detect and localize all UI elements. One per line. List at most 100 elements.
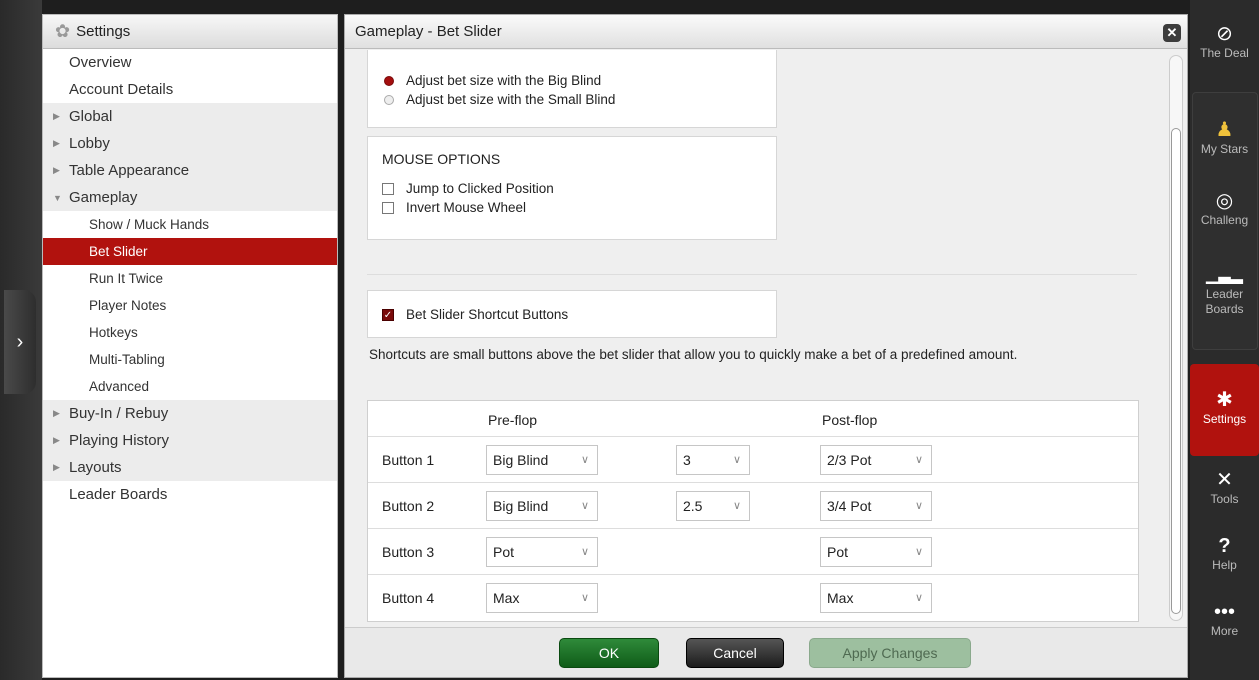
ok-button[interactable]: OK [559,638,659,668]
multiplier-select[interactable]: 3 ∨ [676,445,750,475]
nav-sub-label: Advanced [89,379,150,394]
settings-nav-header: ✿ Settings [43,15,337,49]
scrollbar-thumb[interactable] [1171,128,1181,614]
radio-unselected[interactable] [384,94,394,105]
option-label: Bet Slider Shortcut Buttons [406,307,569,322]
nav-item-lobby[interactable]: ▶ Lobby [43,130,337,157]
expand-triangle-icon: ▶ [53,165,60,175]
panel-footer: OK Cancel Apply Changes [345,627,1187,677]
apply-changes-button[interactable]: Apply Changes [809,638,971,668]
table-row: Button 4 Max ∨ Max ∨ [368,575,1138,621]
select-value: Big Blind [493,452,549,468]
tools-icon: ✕ [1216,469,1233,491]
checkbox[interactable] [382,201,394,214]
expand-triangle-icon: ▶ [53,111,60,121]
chevron-down-icon: ∨ [914,592,923,604]
nav-item-playing-history[interactable]: ▶ Playing History [43,427,337,454]
nav-item-overview[interactable]: Overview [43,49,337,76]
nav-sub-hotkeys[interactable]: Hotkeys [43,319,337,346]
radio-selected[interactable] [384,75,394,86]
divider [367,274,1137,275]
gear-icon: ✿ [55,21,71,41]
preflop-select[interactable]: Big Blind ∨ [486,491,598,521]
preflop-select[interactable]: Big Blind ∨ [486,445,598,475]
row-label: Button 1 [382,452,435,468]
nav-item-label: Global [69,108,113,125]
deal-icon: ⊘ [1216,23,1233,45]
close-button[interactable]: ✕ [1163,24,1181,42]
expand-panel-handle[interactable]: › [4,290,36,394]
settings-button[interactable]: ✱ Settings [1190,364,1259,456]
toolbar-label: Leader [1205,286,1244,301]
checkbox[interactable] [382,182,394,195]
toolbar-label: The Deal [1200,46,1249,60]
jump-to-clicked-option[interactable]: Jump to Clicked Position [382,179,776,198]
select-value: 2.5 [683,498,703,514]
bb-increment-option[interactable]: Adjust bet size with the Big Blind [384,71,776,90]
toolbar-label: Tools [1210,492,1239,506]
table-row: Button 3 Pot ∨ Pot ∨ [368,529,1138,575]
nav-item-global[interactable]: ▶ Global [43,103,337,130]
option-label: Invert Mouse Wheel [406,200,527,215]
my-stars-button[interactable]: ♟ My Stars [1190,100,1259,180]
nav-item-layouts[interactable]: ▶ Layouts [43,454,337,481]
preflop-header: Pre-flop [488,412,538,428]
shortcut-toggle-box: ✓ Bet Slider Shortcut Buttons [367,290,777,338]
question-icon: ? [1218,535,1231,557]
toolbar-label: Boards [1205,301,1244,316]
select-value: Max [493,590,520,606]
postflop-select[interactable]: Pot ∨ [820,537,932,567]
more-button[interactable]: ••• More [1190,592,1259,652]
multiplier-select[interactable]: 2.5 ∨ [676,491,750,521]
postflop-select[interactable]: Max ∨ [820,583,932,613]
bet-slider-panel: Gameplay - Bet Slider ✕ Adjust bet size … [344,14,1188,678]
nav-sub-label: Show / Muck Hands [89,217,210,232]
nav-item-label: Gameplay [69,189,138,206]
settings-nav-title: Settings [76,23,131,40]
nav-sub-advanced[interactable]: Advanced [43,373,337,400]
mouse-options-box: MOUSE OPTIONS Jump to Clicked Position I… [367,136,777,240]
nav-sub-show-muck-hands[interactable]: Show / Muck Hands [43,211,337,238]
the-deal-button[interactable]: ⊘ The Deal [1190,8,1259,80]
nav-item-gameplay[interactable]: ▼ Gameplay [43,184,337,211]
nav-item-label: Playing History [69,432,170,449]
nav-item-buy-in-rebuy[interactable]: ▶ Buy-In / Rebuy [43,400,337,427]
nav-sub-bet-slider[interactable]: Bet Slider [43,238,337,265]
chevron-down-icon: ∨ [580,454,589,466]
target-icon: ◎ [1215,190,1234,212]
cancel-button[interactable]: Cancel [686,638,784,668]
scrollbar[interactable] [1169,55,1183,621]
shortcut-buttons-option[interactable]: ✓ Bet Slider Shortcut Buttons [382,305,776,324]
nav-item-table-appearance[interactable]: ▶ Table Appearance [43,157,337,184]
postflop-select[interactable]: 2/3 Pot ∨ [820,445,932,475]
nav-item-label: Overview [69,54,132,71]
tools-button[interactable]: ✕ Tools [1190,460,1259,520]
nav-item-label: Account Details [69,81,174,98]
toolbar-label: Settings [1202,412,1247,426]
nav-item-account-details[interactable]: Account Details [43,76,337,103]
chevron-down-icon: ∨ [914,546,923,558]
nav-sub-multi-tabling[interactable]: Multi-Tabling [43,346,337,373]
nav-list: Overview Account Details ▶ Global ▶ Lobby … [43,49,337,508]
gear-icon: ✱ [1216,389,1233,411]
chevron-down-icon: ∨ [580,592,589,604]
preflop-select[interactable]: Max ∨ [486,583,598,613]
nav-item-label: Table Appearance [69,162,190,179]
help-button[interactable]: ? Help [1190,526,1259,586]
postflop-select[interactable]: 3/4 Pot ∨ [820,491,932,521]
nav-sub-player-notes[interactable]: Player Notes [43,292,337,319]
nav-sub-label: Run It Twice [89,271,164,286]
preflop-select[interactable]: Pot ∨ [486,537,598,567]
chevron-down-icon: ∨ [914,500,923,512]
checkbox-checked[interactable]: ✓ [382,308,394,321]
nav-sub-label: Hotkeys [89,325,138,340]
shortcut-description: Shortcuts are small buttons above the be… [369,347,1018,362]
nav-sub-run-it-twice[interactable]: Run It Twice [43,265,337,292]
panel-header: Gameplay - Bet Slider [345,15,1187,49]
invert-wheel-option[interactable]: Invert Mouse Wheel [382,198,776,217]
sb-increment-option[interactable]: Adjust bet size with the Small Blind [384,90,776,109]
leader-boards-button[interactable]: ▁▃▂ Leader Boards [1190,246,1259,338]
challenges-button[interactable]: ◎ Challeng [1190,178,1259,244]
toolbar-label: My Stars [1200,142,1249,156]
nav-item-leader-boards[interactable]: Leader Boards [43,481,337,508]
